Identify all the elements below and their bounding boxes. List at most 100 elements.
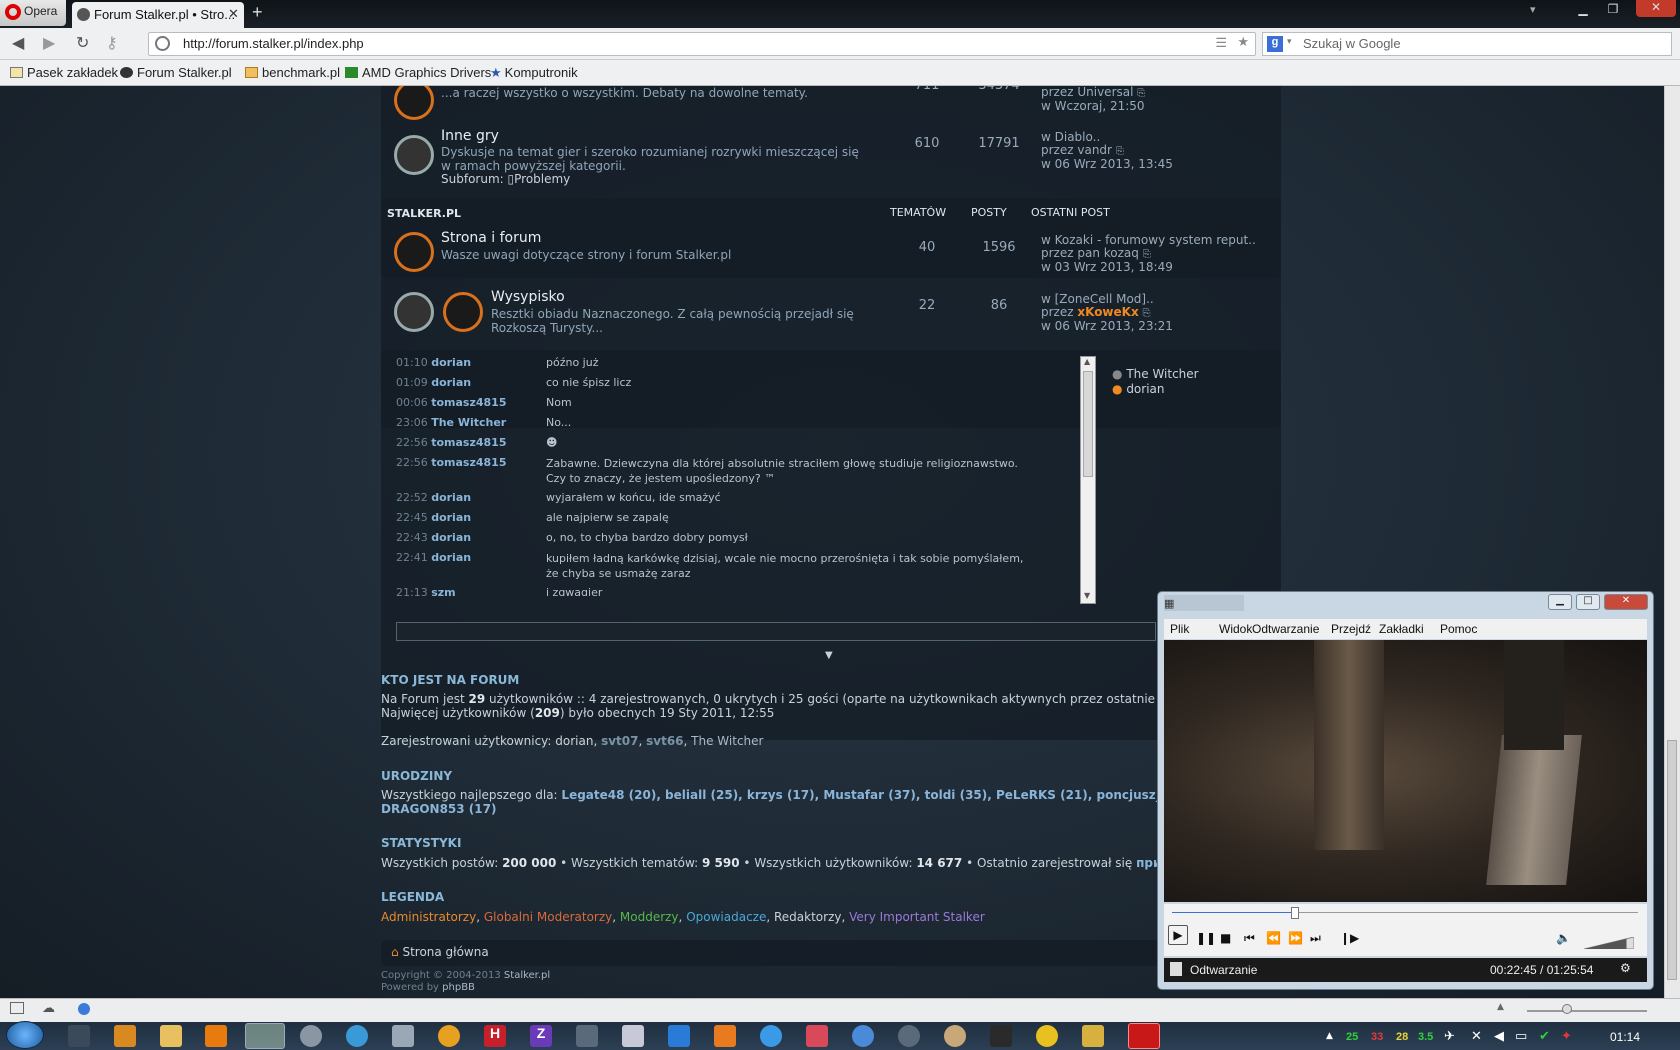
start-button[interactable] — [6, 1021, 44, 1049]
chat-user[interactable]: The Witcher — [431, 416, 506, 429]
rss-icon[interactable]: ☰ — [1215, 35, 1227, 51]
forum-title-inne-gry[interactable]: Inne gry — [441, 128, 499, 144]
scroll-up-icon[interactable]: ▲ — [1084, 357, 1090, 366]
tab-forum-stalker[interactable]: Forum Stalker.pl • Stro... ✕ — [72, 2, 244, 28]
legend-vip[interactable]: Very Important Stalker — [849, 910, 985, 924]
taskbar-app-icon[interactable] — [622, 1025, 644, 1047]
chat-user[interactable]: dorian — [431, 511, 471, 524]
last-post-user[interactable]: pan kozaq — [1077, 246, 1139, 260]
tab-list-icon[interactable]: ▾ — [1530, 3, 1536, 16]
taskbar-media-player-active[interactable] — [245, 1023, 285, 1049]
restore-icon[interactable]: ❐ — [1598, 2, 1628, 20]
legend-modders[interactable]: Modderzy — [620, 910, 679, 924]
forum-title-wysypisko[interactable]: Wysypisko — [491, 289, 565, 305]
search-engine-chevron-icon[interactable]: ▾ — [1287, 36, 1292, 47]
folder-icon[interactable] — [1082, 1025, 1104, 1047]
bookmark-amd[interactable]: AMD Graphics Drivers — [345, 65, 491, 80]
opera-menu-button[interactable]: Opera — [0, 0, 66, 26]
last-post-topic[interactable]: w [ZoneCell Mod].. — [1041, 292, 1154, 306]
zoom-down-icon[interactable]: ▲ — [1497, 1002, 1504, 1012]
chat-user[interactable]: tomasz4815 — [431, 396, 506, 409]
chat-user[interactable]: szm — [431, 586, 455, 596]
address-field[interactable]: http://forum.stalker.pl/index.php ☰ ★ — [148, 32, 1256, 56]
speed-dial-icon[interactable] — [78, 1003, 90, 1015]
shoutbox-input[interactable] — [396, 622, 1156, 641]
legend-editors[interactable]: Redaktorzy — [774, 910, 841, 924]
shoutbox-scroll-thumb[interactable] — [1083, 371, 1093, 477]
stalker-link[interactable]: Stalker.pl — [504, 970, 550, 981]
stop-icon[interactable]: ■ — [1220, 931, 1231, 945]
taskbar-app-icon[interactable] — [438, 1025, 460, 1047]
plane-icon[interactable]: ✈ — [1444, 1029, 1455, 1044]
volume-icon[interactable]: 🔈 — [1556, 931, 1571, 945]
taskbar-app-icon[interactable] — [990, 1025, 1012, 1047]
taskbar-app-icon[interactable] — [852, 1025, 874, 1047]
view-post-icon[interactable]: ⎘ — [1143, 308, 1151, 319]
menu-odtwarzanie[interactable]: Odtwarzanie — [1252, 622, 1319, 636]
media-center-icon[interactable] — [114, 1025, 136, 1047]
reload-icon[interactable]: ↻ — [76, 33, 89, 52]
play-button[interactable]: ▶ — [1168, 925, 1188, 945]
menu-zakladki[interactable]: Zakładki — [1379, 622, 1424, 636]
explorer-icon[interactable] — [160, 1025, 182, 1047]
taskbar-opera-active[interactable] — [1128, 1023, 1160, 1049]
menu-pomoc[interactable]: Pomoc — [1440, 622, 1477, 636]
forum-title-strona-i-forum[interactable]: Strona i forum — [441, 230, 541, 246]
chat-user[interactable]: dorian — [431, 551, 471, 564]
legend-admins[interactable]: Administratorzy — [381, 910, 476, 924]
vlc-icon[interactable] — [205, 1025, 227, 1047]
taskbar-app-icon[interactable] — [68, 1025, 90, 1047]
zoom-slider[interactable] — [1527, 1010, 1647, 1012]
google-icon[interactable]: g — [1267, 36, 1283, 52]
taskbar-clock[interactable]: 01:14 — [1610, 1030, 1640, 1044]
menu-przejdz[interactable]: Przejdź — [1331, 622, 1371, 636]
chat-user[interactable]: tomasz4815 — [431, 436, 506, 449]
previous-icon[interactable]: ⏮ — [1244, 931, 1255, 946]
steam-icon[interactable] — [898, 1025, 920, 1047]
user-link[interactable]: dorian — [555, 734, 593, 748]
legend-storytellers[interactable]: Opowiadacze — [686, 910, 766, 924]
last-post-user[interactable]: xKoweKx — [1077, 305, 1138, 319]
close-tab-icon[interactable]: ✕ — [228, 6, 239, 22]
taskbar-app-icon[interactable] — [392, 1025, 414, 1047]
view-post-icon[interactable]: ⎘ — [1116, 146, 1124, 157]
network-icon[interactable]: ▭ — [1515, 1029, 1527, 1044]
taskbar-app-icon[interactable] — [714, 1025, 736, 1047]
view-post-icon[interactable]: ⎘ — [1143, 249, 1151, 260]
taskbar-app-icon[interactable] — [668, 1025, 690, 1047]
chat-user[interactable]: dorian — [431, 491, 471, 504]
home-link[interactable]: ⌂ Strona główna — [391, 945, 489, 959]
next-icon[interactable]: ⏭ — [1310, 931, 1321, 946]
forward-icon[interactable]: ▶ — [43, 33, 55, 52]
minimize-icon[interactable]: ▁ — [1568, 2, 1598, 20]
h-app-icon[interactable]: H — [484, 1025, 506, 1047]
last-post-user[interactable]: Universal — [1077, 86, 1133, 99]
chat-user[interactable]: dorian — [431, 376, 471, 389]
tray-app-icon[interactable]: ✦ — [1561, 1029, 1572, 1044]
mute-icon[interactable]: ✕ — [1471, 1029, 1482, 1044]
video-frame[interactable] — [1164, 640, 1647, 902]
legend-global-mods[interactable]: Globalni Moderatorzy — [484, 910, 612, 924]
panel-toggle-icon[interactable] — [10, 1002, 24, 1014]
page-scroll-thumb[interactable] — [1667, 740, 1677, 980]
online-user[interactable]: ● dorian — [1112, 382, 1199, 397]
collapse-chevron-icon[interactable]: ▼ — [825, 650, 833, 661]
globe-icon[interactable] — [346, 1025, 368, 1047]
chat-user[interactable]: dorian — [431, 531, 471, 544]
radiation-icon[interactable] — [1036, 1025, 1058, 1047]
last-post-user[interactable]: vandr — [1077, 143, 1112, 157]
bookmark-komputronik[interactable]: ★ Komputronik — [490, 65, 578, 81]
phpbb-link[interactable]: phpBB — [442, 982, 475, 993]
taskbar-app-icon[interactable] — [300, 1025, 322, 1047]
bookmark-benchmark[interactable]: benchmark.pl — [245, 65, 340, 80]
tray-expand-icon[interactable]: ▲ — [1326, 1031, 1333, 1041]
player-minimize-icon[interactable]: ▁ — [1548, 594, 1572, 610]
z-app-icon[interactable]: Z — [530, 1025, 552, 1047]
player-close-icon[interactable]: ✕ — [1604, 594, 1648, 610]
new-tab-button[interactable]: + — [252, 2, 263, 23]
last-post-topic[interactable]: w Kozaki - forumowy system reput.. — [1041, 233, 1256, 247]
bookmark-forum-stalker[interactable]: Forum Stalker.pl — [120, 65, 232, 80]
key-icon[interactable]: ⚷ — [106, 33, 118, 52]
user-link[interactable]: svt66 — [646, 734, 683, 748]
frame-step-icon[interactable]: ❙▶ — [1340, 931, 1359, 945]
